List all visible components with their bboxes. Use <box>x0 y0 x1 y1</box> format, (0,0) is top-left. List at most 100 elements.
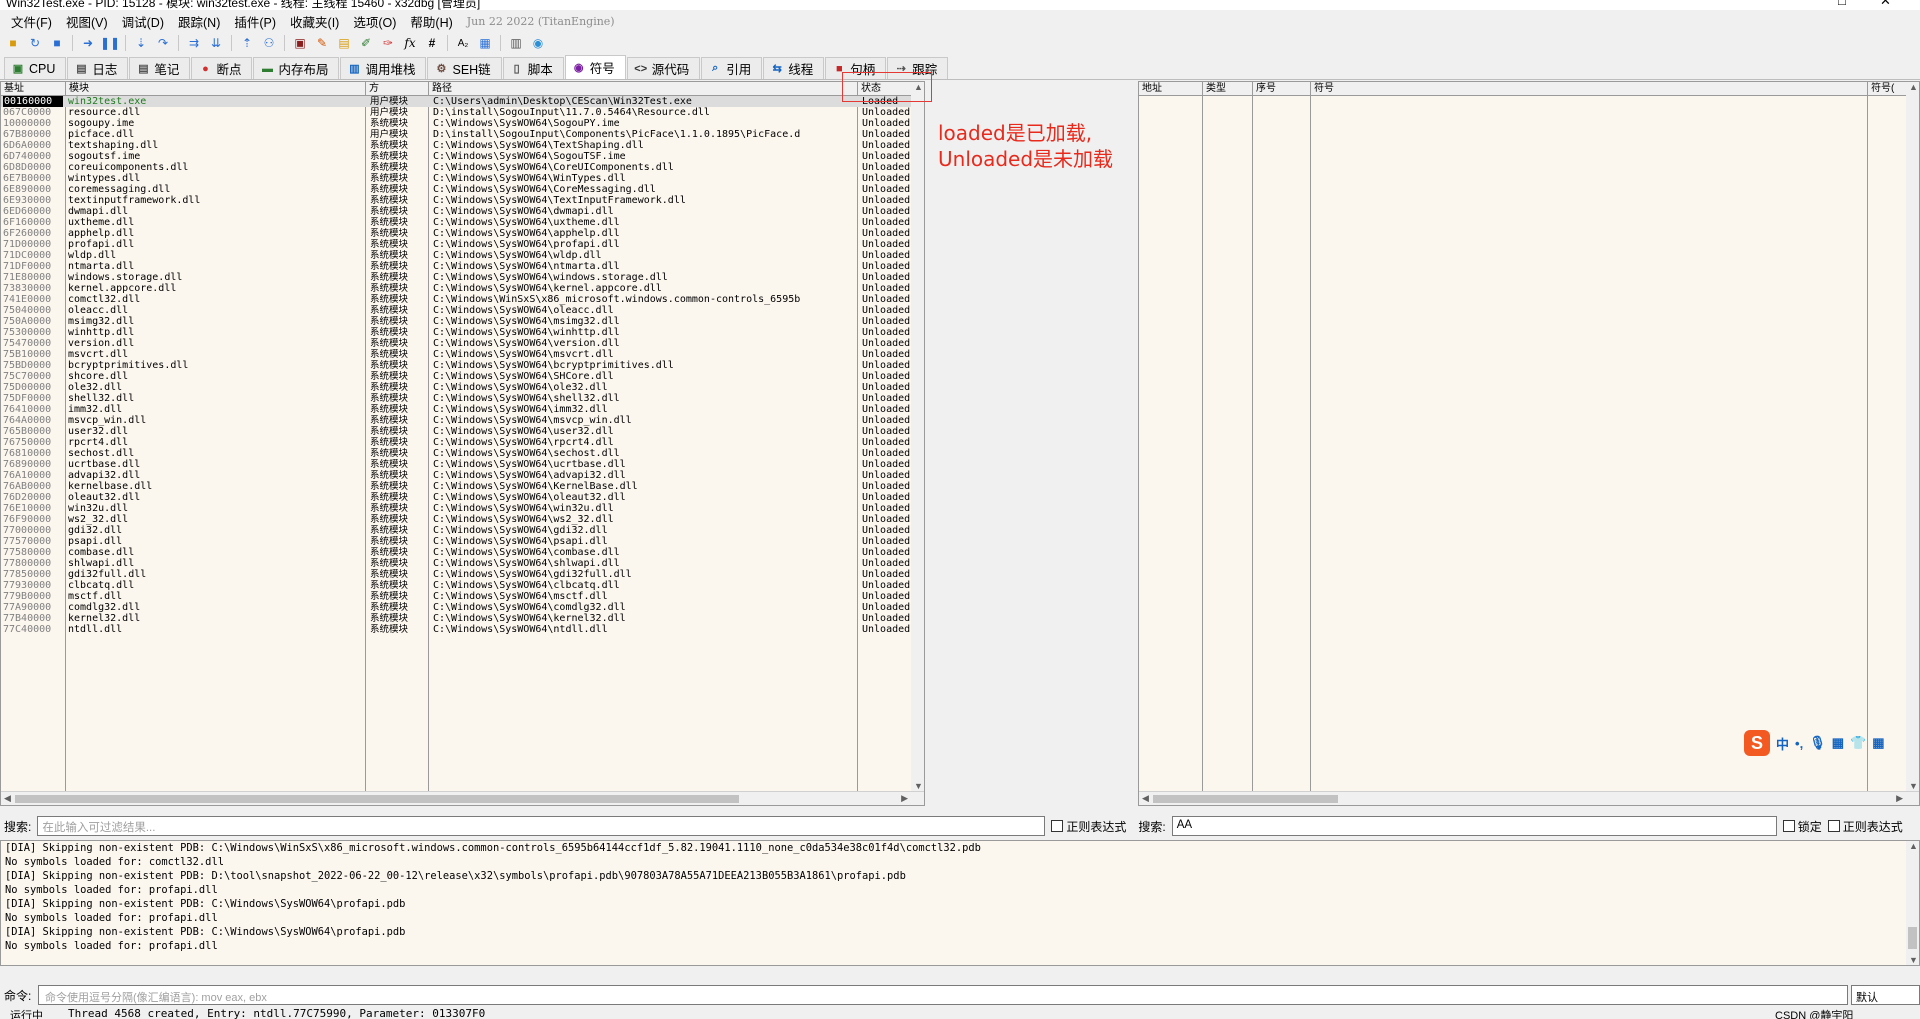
tab-trace[interactable]: ⇢ 跟踪 <box>887 57 949 79</box>
module-row[interactable]: 76A10000 advapi32.dll 系统模块 C:\Windows\SysWO… <box>1 470 913 481</box>
module-row[interactable]: 76E10000 win32u.dll 系统模块 C:\Windows\SysWOW6… <box>1 503 913 514</box>
module-row[interactable]: 6F160000 uxtheme.dll 系统模块 C:\Windows\SysWOW… <box>1 217 913 228</box>
tab-cpu[interactable]: ▣ CPU <box>4 57 67 79</box>
command-type-select[interactable]: 默认 <box>1851 985 1920 1005</box>
run-icon[interactable]: ➜ <box>79 34 97 52</box>
module-regex-checkbox[interactable]: 正则表达式 <box>1051 818 1126 835</box>
scylla-icon[interactable]: ▣ <box>291 34 309 52</box>
scroll-down-icon[interactable]: ▼ <box>914 781 923 791</box>
module-row[interactable]: 067C0000 resource.dll 用户模块 D:\install\Sogou… <box>1 107 913 118</box>
keyboard-icon[interactable]: ▦ <box>1832 735 1844 751</box>
module-row[interactable]: 6E930000 textinputframework.dll 系统模块 C:\Win… <box>1 195 913 206</box>
microphone-icon[interactable]: 🎙 <box>1809 735 1826 751</box>
restart-icon[interactable]: ↻ <box>26 34 44 52</box>
module-row[interactable]: 77930000 clbcatq.dll 系统模块 C:\Windows\SysWOW… <box>1 580 913 591</box>
module-row[interactable]: 71DF0000 ntmarta.dll 系统模块 C:\Windows\SysWOW… <box>1 261 913 272</box>
scroll-right-icon[interactable]: ▶ <box>1896 793 1903 804</box>
patch-icon[interactable]: ✎ <box>313 34 331 52</box>
step-over-icon[interactable]: ↷ <box>154 34 172 52</box>
scroll-down-icon[interactable]: ▼ <box>1909 781 1918 791</box>
open-icon[interactable]: ■ <box>4 34 22 52</box>
pause-icon[interactable]: ❚❚ <box>100 34 120 52</box>
module-row[interactable]: 6ED60000 dwmapi.dll 系统模块 C:\Windows\SysWOW6… <box>1 206 913 217</box>
column-header-base[interactable]: 基址 <box>1 82 66 96</box>
module-row[interactable]: 77C40000 ntdll.dll 系统模块 C:\Windows\SysWOW64… <box>1 624 913 635</box>
maximize-icon[interactable]: □ <box>1838 0 1846 8</box>
module-row[interactable]: 75040000 oleacc.dll 系统模块 C:\Windows\SysWOW6… <box>1 305 913 316</box>
module-search-input[interactable]: 在此输入可过滤结果... <box>37 816 1046 836</box>
checkbox-box[interactable] <box>1827 820 1840 832</box>
menu-favourites[interactable]: 收藏夹(I) <box>283 12 346 31</box>
module-row[interactable]: 77A90000 comdlg32.dll 系统模块 C:\Windows\SysWO… <box>1 602 913 613</box>
module-row[interactable]: 76890000 ucrtbase.dll 系统模块 C:\Windows\SysWO… <box>1 459 913 470</box>
module-row[interactable]: 76D20000 oleaut32.dll 系统模块 C:\Windows\SysWO… <box>1 492 913 503</box>
column-header-address[interactable]: 地址 <box>1139 82 1203 96</box>
scroll-right-icon[interactable]: ▶ <box>901 793 908 804</box>
module-row[interactable]: 6D8D0000 coreuicomponents.dll 系统模块 C:\Windo… <box>1 162 913 173</box>
vertical-scrollbar[interactable]: ▲ ▼ <box>1906 82 1919 791</box>
module-row[interactable]: 10000000 sogoupy.ime 系统模块 C:\Windows\SysWOW… <box>1 118 913 129</box>
vertical-scrollbar[interactable]: ▲ ▼ <box>911 82 924 791</box>
module-row[interactable]: 67B80000 picface.dll 用户模块 D:\install\SogouI… <box>1 129 913 140</box>
module-row[interactable]: 71DC0000 wldp.dll 系统模块 C:\Windows\SysWOW64\… <box>1 250 913 261</box>
module-row[interactable]: 779B0000 msctf.dll 系统模块 C:\Windows\SysWOW64… <box>1 591 913 602</box>
column-header-symbol[interactable]: 符号 <box>1311 82 1868 96</box>
tab-log[interactable]: ▤ 日志 <box>67 57 129 79</box>
menu-trace[interactable]: 跟踪(N) <box>171 12 227 31</box>
module-row[interactable]: 6E7B0000 wintypes.dll 系统模块 C:\Windows\SysWO… <box>1 173 913 184</box>
checkbox-box[interactable] <box>1051 820 1064 832</box>
column-header-status[interactable]: 状态 <box>858 82 913 96</box>
module-row[interactable]: 741E0000 comctl32.dll 系统模块 C:\Windows\WinSx… <box>1 294 913 305</box>
module-row[interactable]: 765B0000 user32.dll 系统模块 C:\Windows\SysWOW6… <box>1 426 913 437</box>
module-row[interactable]: 6D6A0000 textshaping.dll 系统模块 C:\Windows\Sy… <box>1 140 913 151</box>
ime-mode[interactable]: 中 <box>1776 734 1789 753</box>
module-row[interactable]: 76750000 rpcrt4.dll 系统模块 C:\Windows\SysWOW6… <box>1 437 913 448</box>
menu-debug[interactable]: 调试(D) <box>115 12 171 31</box>
module-row[interactable]: 76AB0000 kernelbase.dll 系统模块 C:\Windows\Sys… <box>1 481 913 492</box>
function-icon[interactable]: fx <box>401 34 419 52</box>
tab-threads[interactable]: ⇆ 线程 <box>763 57 825 79</box>
tab-notes[interactable]: ▤ 笔记 <box>129 57 191 79</box>
module-row[interactable]: 6D740000 sogoutsf.ime 系统模块 C:\Windows\SysWO… <box>1 151 913 162</box>
module-row[interactable]: 77570000 psapi.dll 系统模块 C:\Windows\SysWOW64… <box>1 536 913 547</box>
menu-file[interactable]: 文件(F) <box>4 12 59 31</box>
tab-handles[interactable]: ■ 句柄 <box>825 57 887 79</box>
execute-till-return-icon[interactable]: ⇡ <box>238 34 256 52</box>
module-row[interactable]: 76810000 sechost.dll 系统模块 C:\Windows\SysWOW… <box>1 448 913 459</box>
scrollbar-thumb[interactable] <box>1153 795 1338 803</box>
module-row[interactable]: 75470000 version.dll 系统模块 C:\Windows\SysWOW… <box>1 338 913 349</box>
skin-icon[interactable]: 👕 <box>1850 735 1866 751</box>
trace-over-icon[interactable]: ⇊ <box>207 34 225 52</box>
tab-script[interactable]: ▯ 脚本 <box>502 57 564 79</box>
module-row[interactable]: 6E890000 coremessaging.dll 系统模块 C:\Windows\… <box>1 184 913 195</box>
module-row[interactable]: 77800000 shlwapi.dll 系统模块 C:\Windows\SysWOW… <box>1 558 913 569</box>
column-header-module[interactable]: 模块 <box>66 82 366 96</box>
menu-view[interactable]: 视图(V) <box>59 12 115 31</box>
menu-plugins[interactable]: 插件(P) <box>227 12 283 31</box>
module-row[interactable]: 77850000 gdi32full.dll 系统模块 C:\Windows\SysW… <box>1 569 913 580</box>
horizontal-scrollbar[interactable]: ◀ ▶ <box>1139 791 1919 805</box>
tab-seh-chain[interactable]: ⚙ SEH链 <box>427 57 502 79</box>
module-row[interactable]: 71E80000 windows.storage.dll 系统模块 C:\Window… <box>1 272 913 283</box>
sogou-logo-icon[interactable]: S <box>1744 730 1770 756</box>
column-header-party[interactable]: 方 <box>366 82 429 96</box>
module-row[interactable]: 750A0000 msimg32.dll 系统模块 C:\Windows\SysWOW… <box>1 316 913 327</box>
column-header-ordinal[interactable]: 序号 <box>1253 82 1311 96</box>
stop-icon[interactable]: ■ <box>48 34 66 52</box>
step-into-icon[interactable]: ⇣ <box>132 34 150 52</box>
label-icon[interactable]: ✐ <box>357 34 375 52</box>
scroll-up-icon[interactable]: ▲ <box>1909 841 1918 851</box>
punctuation-icon[interactable]: •, <box>1795 736 1803 751</box>
tab-call-stack[interactable]: ▥ 调用堆栈 <box>340 57 427 79</box>
scroll-left-icon[interactable]: ◀ <box>4 793 11 804</box>
hash-icon[interactable]: # <box>423 34 441 52</box>
vertical-scrollbar[interactable]: ▲ ▼ <box>1906 841 1919 965</box>
module-row[interactable]: 00160000 win32test.exe 用户模块 C:\Users\admin\… <box>1 96 913 107</box>
tab-references[interactable]: ⌕ 引用 <box>701 57 763 79</box>
tab-source[interactable]: <> 源代码 <box>626 57 701 79</box>
tab-symbols[interactable]: ◉ 符号 <box>564 55 626 79</box>
module-row[interactable]: 75B10000 msvcrt.dll 系统模块 C:\Windows\SysWOW6… <box>1 349 913 360</box>
module-row[interactable]: 75DF0000 shell32.dll 系统模块 C:\Windows\SysWOW… <box>1 393 913 404</box>
module-row[interactable]: 73830000 kernel.appcore.dll 系统模块 C:\Windows… <box>1 283 913 294</box>
tab-breakpoints[interactable]: ● 断点 <box>191 57 253 79</box>
